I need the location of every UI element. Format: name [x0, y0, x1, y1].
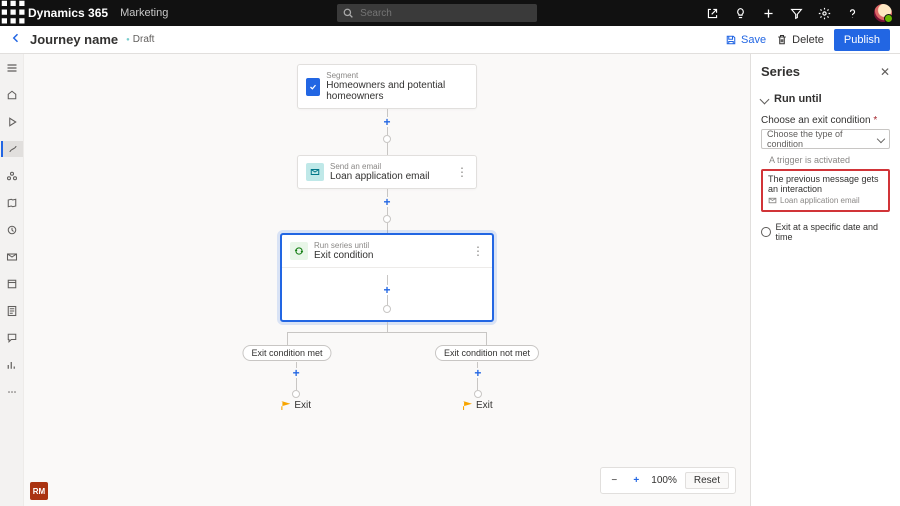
add-step-icon[interactable]: + — [383, 197, 390, 207]
nav-more-icon[interactable] — [2, 384, 22, 400]
email-icon — [306, 163, 324, 181]
journey-canvas[interactable]: Segment Homeowners and potential homeown… — [24, 54, 750, 506]
segment-sup: Segment — [326, 71, 468, 80]
panel-close-icon[interactable]: ✕ — [880, 65, 890, 79]
branch-right-label[interactable]: Exit condition not met — [435, 345, 539, 361]
plus-icon[interactable] — [762, 6, 776, 20]
dropdown-options: A trigger is activated The previous mess… — [761, 151, 890, 212]
zoom-in-button[interactable]: + — [629, 475, 643, 486]
exit-label: Exit — [294, 400, 311, 411]
save-label: Save — [741, 34, 766, 46]
add-step-icon[interactable]: + — [474, 368, 481, 378]
help-icon[interactable] — [846, 6, 860, 20]
option-interaction-sub: Loan application email — [780, 196, 860, 205]
save-button[interactable]: Save — [725, 34, 766, 46]
segment-main: Homeowners and potential homeowners — [326, 80, 468, 102]
branch-left-label[interactable]: Exit condition met — [242, 345, 331, 361]
radio-exit-datetime[interactable]: Exit at a specific date and time — [761, 222, 890, 242]
nav-timeline-icon[interactable] — [2, 222, 22, 238]
status-badge: Draft — [126, 34, 154, 45]
delete-button[interactable]: Delete — [776, 34, 824, 46]
back-button[interactable] — [10, 32, 22, 47]
email-icon — [768, 196, 777, 205]
series-icon — [290, 242, 308, 260]
section-run-until[interactable]: Run until — [761, 93, 890, 105]
nav-play-icon[interactable] — [2, 114, 22, 130]
radio-label: Exit at a specific date and time — [776, 222, 891, 242]
connector-node — [383, 135, 391, 143]
nav-menu-icon[interactable] — [2, 60, 22, 76]
add-step-icon[interactable]: + — [383, 117, 390, 127]
zoom-controls: − + 100% Reset — [600, 467, 736, 494]
option-interaction[interactable]: The previous message gets an interaction… — [761, 169, 890, 212]
module-name: Marketing — [120, 7, 168, 19]
exit-condition-label: Choose an exit condition * — [761, 115, 890, 126]
zoom-reset-button[interactable]: Reset — [685, 472, 729, 489]
delete-label: Delete — [792, 34, 824, 46]
nav-segment-icon[interactable] — [2, 168, 22, 184]
publish-button[interactable]: Publish — [834, 29, 890, 51]
exit-flag-icon — [463, 401, 472, 410]
properties-panel: Series ✕ Run until Choose an exit condit… — [750, 54, 900, 506]
brand-name: Dynamics 365 — [28, 6, 120, 20]
series-sup: Run series until — [314, 241, 373, 250]
open-in-new-icon[interactable] — [706, 6, 720, 20]
nav-map-icon[interactable] — [2, 195, 22, 211]
panel-title: Series — [761, 64, 800, 79]
nav-journey-icon[interactable] — [1, 141, 23, 157]
nav-home-icon[interactable] — [2, 87, 22, 103]
app-launcher[interactable] — [0, 0, 28, 27]
nav-mail-icon[interactable] — [2, 249, 22, 265]
user-avatar[interactable] — [874, 4, 892, 22]
section-label: Run until — [774, 93, 822, 105]
connector-node — [383, 215, 391, 223]
add-step-icon[interactable]: + — [383, 285, 390, 295]
radio-icon — [761, 227, 771, 237]
email-sup: Send an email — [330, 162, 430, 171]
chevron-down-icon — [760, 94, 770, 104]
segment-icon — [306, 78, 320, 96]
zoom-out-button[interactable]: − — [607, 475, 621, 486]
card-more-icon[interactable]: ⋮ — [472, 244, 484, 258]
zoom-level: 100% — [651, 475, 677, 486]
email-main: Loan application email — [330, 171, 430, 182]
lightbulb-icon[interactable] — [734, 6, 748, 20]
option-trigger[interactable]: A trigger is activated — [761, 151, 890, 169]
page-title: Journey name — [30, 32, 118, 47]
connector-node — [292, 390, 300, 398]
global-search[interactable] — [337, 4, 537, 22]
persona-badge[interactable]: RM — [30, 482, 48, 500]
email-card[interactable]: Send an email Loan application email ⋮ — [297, 155, 477, 189]
connector-node — [383, 305, 391, 313]
filter-icon[interactable] — [790, 6, 804, 20]
branch-connector — [287, 332, 288, 345]
series-card[interactable]: Run series until Exit condition ⋮ + — [280, 233, 494, 322]
branch-connector — [486, 332, 487, 345]
nav-analytics-icon[interactable] — [2, 357, 22, 373]
nav-template-icon[interactable] — [2, 276, 22, 292]
add-step-icon[interactable]: + — [293, 368, 300, 378]
series-main: Exit condition — [314, 250, 373, 261]
nav-message-icon[interactable] — [2, 330, 22, 346]
exit-label: Exit — [476, 400, 493, 411]
option-interaction-label: The previous message gets an interaction — [768, 174, 883, 194]
exit-flag-icon — [281, 401, 290, 410]
settings-gear-icon[interactable] — [818, 6, 832, 20]
branch-line — [287, 332, 487, 333]
card-more-icon[interactable]: ⋮ — [456, 165, 468, 179]
connector-node — [474, 390, 482, 398]
segment-card[interactable]: Segment Homeowners and potential homeown… — [297, 64, 477, 109]
exit-condition-dropdown[interactable]: Choose the type of condition — [761, 129, 890, 149]
nav-form-icon[interactable] — [2, 303, 22, 319]
left-nav — [0, 54, 24, 506]
dropdown-placeholder: Choose the type of condition — [767, 129, 878, 149]
search-input[interactable] — [358, 7, 531, 20]
